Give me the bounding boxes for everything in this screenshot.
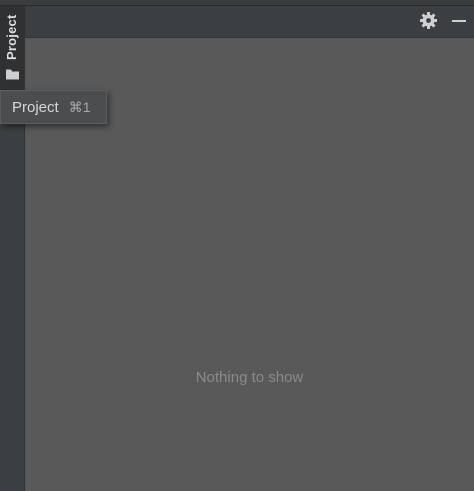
- empty-state-message: Nothing to show: [195, 369, 304, 386]
- folder-icon: [6, 69, 19, 80]
- project-tool-button[interactable]: Project: [0, 6, 24, 90]
- gear-icon[interactable]: [420, 12, 437, 29]
- ide-tool-window: Project Nothing to show Project ⌘1: [0, 0, 474, 491]
- minimize-icon[interactable]: [451, 12, 467, 29]
- tool-window-header: [25, 6, 474, 38]
- project-tool-button-label: Project: [4, 14, 19, 60]
- minimize-bar: [452, 20, 466, 22]
- tooltip-title: Project: [12, 98, 59, 116]
- left-tool-stripe: Project: [0, 6, 25, 491]
- tooltip-shortcut: ⌘1: [68, 98, 91, 115]
- project-tooltip: Project ⌘1: [0, 90, 107, 124]
